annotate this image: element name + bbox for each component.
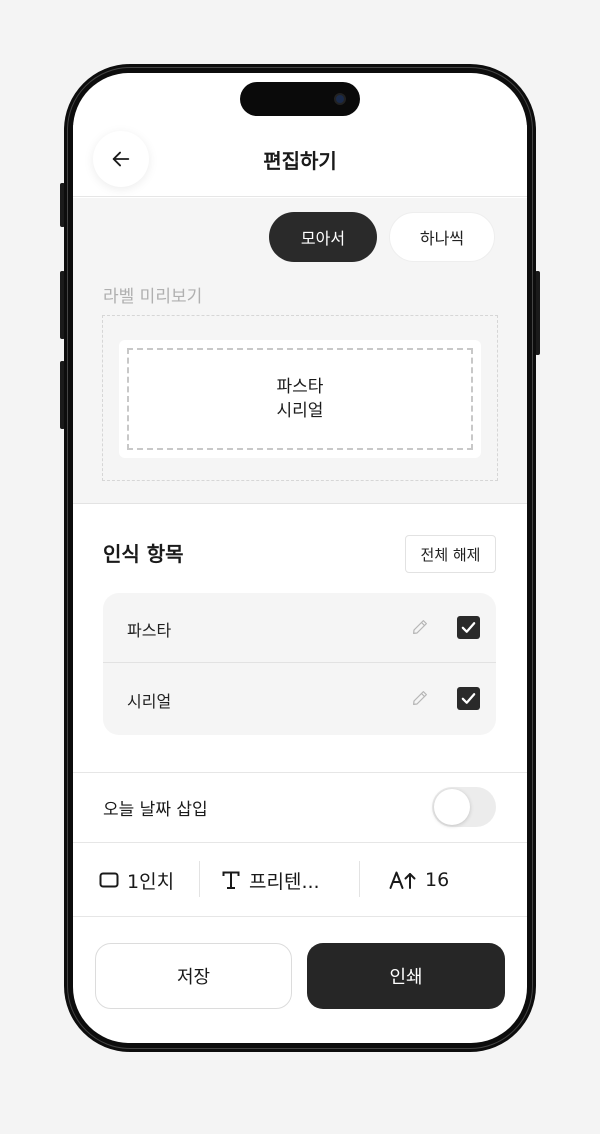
view-mode-individual-button[interactable]: 하나씩	[389, 212, 495, 262]
preview-section: 모아서 하나씩 라벨 미리보기 파스타 시리얼	[73, 198, 527, 504]
page-title: 편집하기	[263, 149, 337, 173]
item-name: 파스타	[127, 621, 172, 640]
save-button[interactable]: 저장	[95, 943, 292, 1009]
top-bar: 편집하기	[73, 125, 527, 197]
phone-screen: 편집하기 모아서 하나씩 라벨 미리보기 파스타 시리얼 인식 항목 전체 해제…	[73, 73, 527, 1043]
item-checkbox[interactable]	[457, 616, 480, 639]
font-size-icon	[389, 871, 416, 889]
label-size-value: 1인치	[127, 870, 175, 893]
toolbar-separator	[199, 861, 200, 897]
item-checkbox[interactable]	[457, 687, 480, 710]
label-preview-card: 파스타 시리얼	[119, 340, 481, 458]
label-line: 시리얼	[276, 401, 324, 421]
font-size-selector[interactable]: 16	[389, 843, 449, 917]
label-line: 파스타	[276, 377, 324, 397]
divider	[73, 772, 527, 773]
checkmark-icon	[461, 693, 476, 704]
toggle-knob	[434, 789, 470, 825]
label-size-selector[interactable]: 1인치	[99, 843, 174, 917]
label-settings-toolbar: 1인치 프리텐... 16	[73, 843, 527, 917]
item-name: 시리얼	[127, 692, 172, 711]
list-item: 파스타	[103, 593, 496, 663]
date-insert-label: 오늘 날짜 삽입	[103, 800, 208, 820]
print-button[interactable]: 인쇄	[307, 943, 505, 1009]
date-insert-toggle[interactable]	[432, 787, 496, 827]
preview-frame: 파스타 시리얼	[102, 315, 498, 481]
divider	[73, 916, 527, 917]
dynamic-island	[240, 82, 360, 116]
font-size-value: 16	[425, 869, 450, 891]
recognized-items-list: 파스타 시리얼	[103, 593, 496, 735]
label-size-icon	[99, 872, 119, 888]
toolbar-separator	[359, 861, 360, 897]
label-print-area: 파스타 시리얼	[127, 348, 473, 450]
text-type-icon	[222, 871, 240, 889]
recognized-items-title: 인식 항목	[103, 542, 184, 566]
preview-label: 라벨 미리보기	[103, 287, 203, 307]
pencil-icon[interactable]	[411, 689, 429, 707]
clear-all-button[interactable]: 전체 해제	[405, 535, 496, 573]
list-item: 시리얼	[103, 664, 496, 734]
camera-icon	[334, 93, 346, 105]
font-selector[interactable]: 프리텐...	[221, 843, 320, 917]
view-mode-combined-button[interactable]: 모아서	[269, 212, 377, 262]
pencil-icon[interactable]	[411, 618, 429, 636]
checkmark-icon	[461, 622, 476, 633]
font-value: 프리텐...	[249, 870, 320, 893]
